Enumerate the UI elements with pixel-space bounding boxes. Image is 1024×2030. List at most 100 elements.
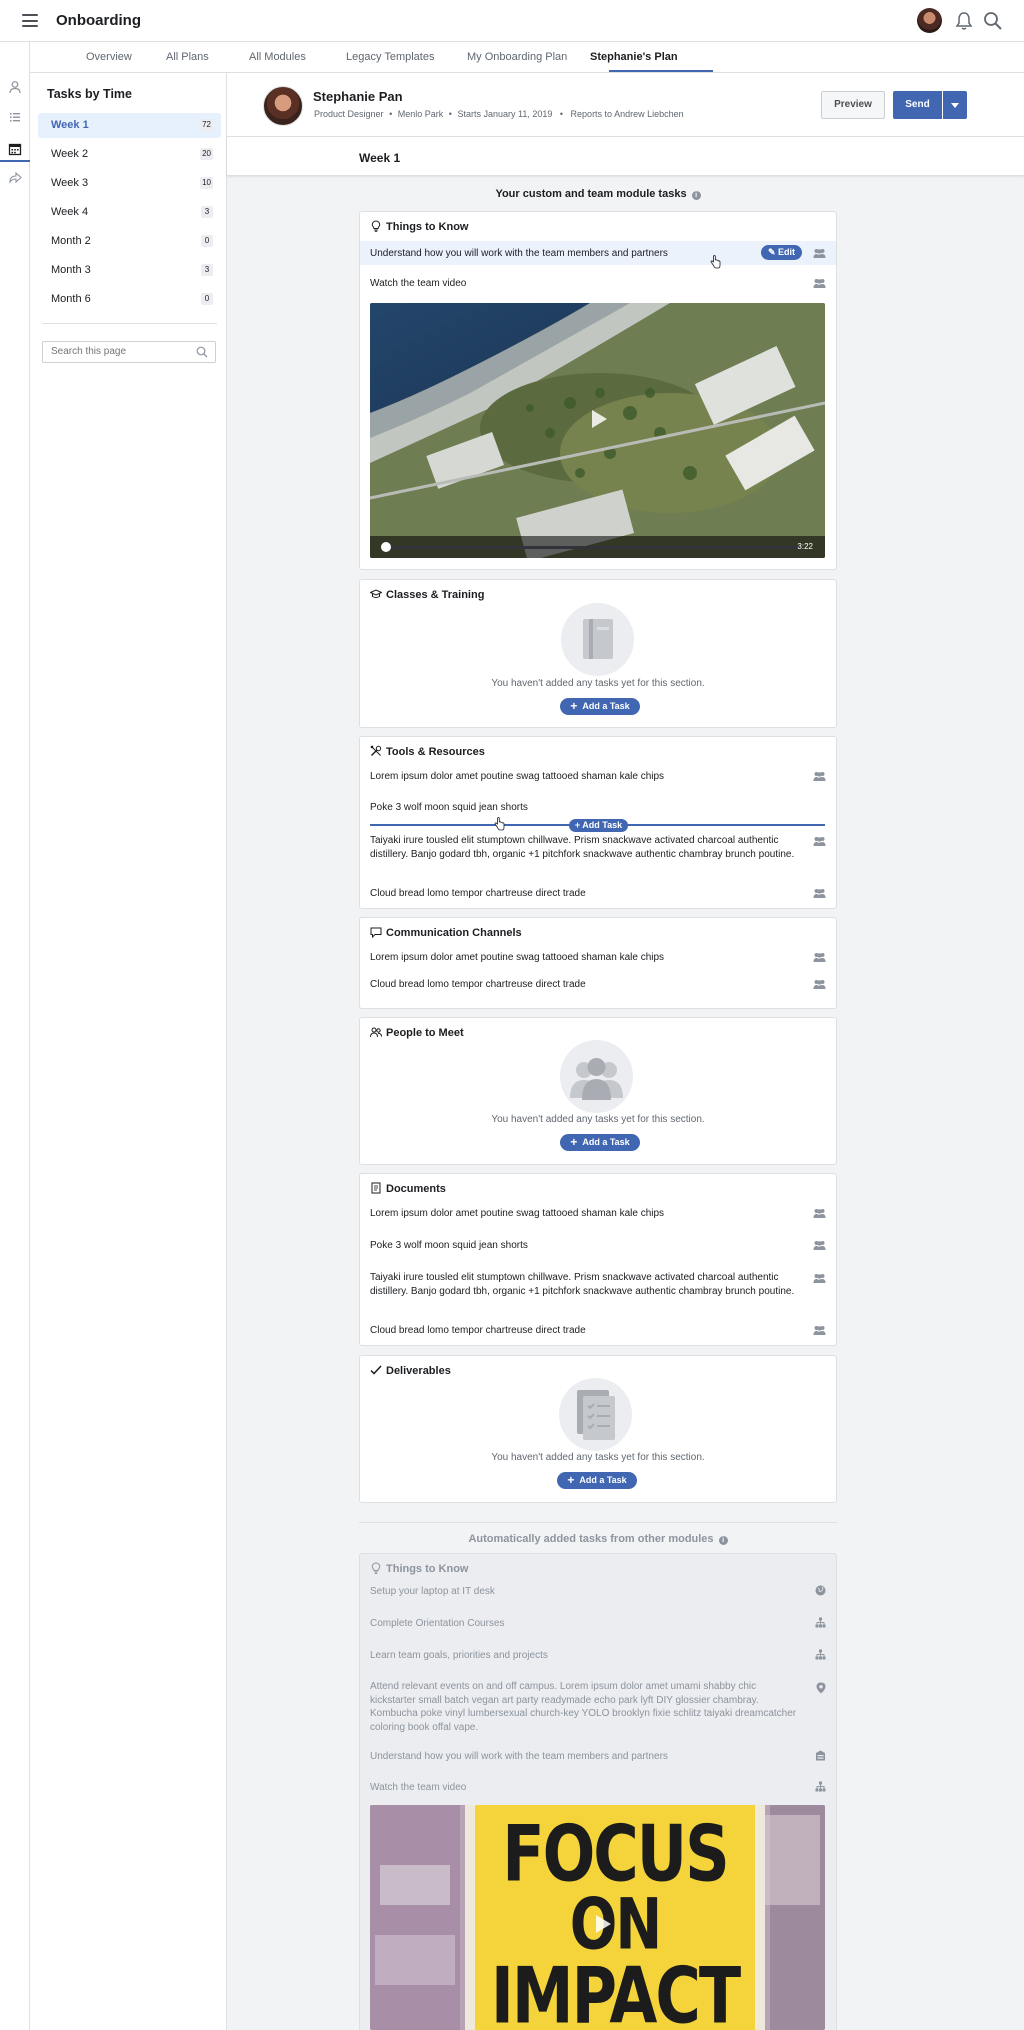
task-row[interactable]: Poke 3 wolf moon squid jean shorts xyxy=(360,1236,836,1256)
card-title: Documents xyxy=(370,1182,446,1195)
hand-cursor-icon xyxy=(494,817,505,831)
profile-header: Stephanie Pan Product Designer • Menlo P… xyxy=(227,73,1024,137)
team-icon xyxy=(813,1274,826,1283)
send-button[interactable]: Send xyxy=(893,91,942,119)
task-row[interactable]: Taiyaki irure tousled elit stumptown chi… xyxy=(360,832,836,877)
meta-separator: • xyxy=(448,109,452,119)
focus-on-impact-video[interactable]: FOCUS ON IMPACT xyxy=(370,1805,825,2030)
org-chart-icon xyxy=(815,1649,826,1660)
task-row[interactable]: Lorem ipsum dolor amet poutine swag tatt… xyxy=(360,767,836,787)
user-avatar[interactable] xyxy=(917,8,942,33)
card-things-to-know: Things to Know Understand how you will w… xyxy=(359,211,837,570)
profile-location: Menlo Park xyxy=(397,109,444,119)
task-text: Lorem ipsum dolor amet poutine swag tatt… xyxy=(370,1208,665,1219)
card-title-text: Communication Channels xyxy=(386,927,522,939)
sidebar-item-month-6[interactable]: Month 6 0 xyxy=(38,287,221,312)
task-text: Watch the team video xyxy=(370,278,467,289)
left-rail xyxy=(0,42,30,2030)
preview-button[interactable]: Preview xyxy=(821,91,885,119)
task-row[interactable]: Taiyaki irure tousled elit stumptown chi… xyxy=(360,1269,836,1314)
add-task-button[interactable]: + Add a Task xyxy=(560,698,640,715)
insert-task-button[interactable]: + Add Task xyxy=(569,819,628,832)
custom-tasks-heading: Your custom and team module tasks i xyxy=(359,188,837,200)
card-title-text: Things to Know xyxy=(386,1563,469,1575)
sidebar-item-week-3[interactable]: Week 3 10 xyxy=(38,171,221,196)
info-icon[interactable]: i xyxy=(691,191,701,200)
share-icon[interactable] xyxy=(8,170,22,184)
task-row[interactable]: Attend relevant events on and off campus… xyxy=(360,1678,836,1738)
sidebar-item-week-4[interactable]: Week 4 3 xyxy=(38,200,221,225)
sidebar-item-week-2[interactable]: Week 2 20 xyxy=(38,142,221,167)
menu-icon[interactable] xyxy=(22,14,38,27)
search-icon[interactable] xyxy=(983,11,1003,31)
card-title-text: Classes & Training xyxy=(386,589,485,601)
task-row[interactable]: Watch the team video xyxy=(360,1778,836,1798)
task-text: Taiyaki irure tousled elit stumptown chi… xyxy=(370,835,795,860)
task-row[interactable]: Cloud bread lomo tempor chartreuse direc… xyxy=(360,975,836,995)
card-title: Communication Channels xyxy=(370,926,522,939)
edit-label: Edit xyxy=(778,247,796,257)
calendar-icon[interactable] xyxy=(8,142,22,156)
active-tab-indicator xyxy=(609,70,713,72)
task-row[interactable]: Understand how you will work with the te… xyxy=(360,241,836,265)
task-row[interactable]: Learn team goals, priorities and project… xyxy=(360,1646,836,1666)
task-row[interactable]: Setup your laptop at IT desk xyxy=(360,1582,836,1602)
tab-all-modules[interactable]: All Modules xyxy=(249,51,306,63)
search-icon[interactable] xyxy=(196,346,208,358)
task-row[interactable]: Lorem ipsum dolor amet poutine swag tatt… xyxy=(360,1204,836,1224)
team-icon xyxy=(813,249,826,258)
tools-icon xyxy=(370,745,382,756)
tab-all-plans[interactable]: All Plans xyxy=(166,51,209,63)
add-task-label: Add a Task xyxy=(582,1137,630,1147)
card-auto-things-to-know: Things to Know Setup your laptop at IT d… xyxy=(359,1553,837,2030)
person-icon[interactable] xyxy=(8,80,22,94)
task-row[interactable]: Cloud bread lomo tempor chartreuse direc… xyxy=(360,884,836,904)
video-scrubber-handle[interactable] xyxy=(381,542,391,552)
task-row[interactable]: Complete Orientation Courses xyxy=(360,1614,836,1634)
tab-legacy-templates[interactable]: Legacy Templates xyxy=(346,51,434,63)
task-text: Watch the team video xyxy=(370,1782,467,1793)
checkmark-icon xyxy=(370,1365,382,1375)
send-options-dropdown[interactable] xyxy=(943,91,967,119)
task-text: Understand how you will work with the te… xyxy=(370,248,668,259)
org-chart-icon xyxy=(815,1617,826,1628)
auto-tasks-heading: Automatically added tasks from other mod… xyxy=(359,1533,837,1545)
edit-button[interactable]: ✎ Edit xyxy=(761,245,802,260)
plus-icon: + xyxy=(570,699,578,713)
task-row[interactable]: Cloud bread lomo tempor chartreuse direc… xyxy=(360,1321,836,1341)
card-title: Things to Know xyxy=(370,1562,468,1575)
list-icon[interactable] xyxy=(8,110,22,124)
empty-illustration xyxy=(560,1040,633,1113)
sidebar-item-label: Month 2 xyxy=(51,235,91,247)
tab-my-onboarding-plan[interactable]: My Onboarding Plan xyxy=(467,51,567,63)
plus-icon: + xyxy=(570,1135,578,1149)
card-title-text: Deliverables xyxy=(386,1365,451,1377)
sidebar-item-week-1[interactable]: Week 1 72 xyxy=(38,113,221,138)
page-search-input[interactable] xyxy=(51,346,191,357)
card-title-text: Tools & Resources xyxy=(386,746,485,758)
task-row[interactable]: Understand how you will work with the te… xyxy=(360,1747,836,1767)
notifications-bell-icon[interactable] xyxy=(955,11,973,31)
graduation-cap-icon xyxy=(370,589,382,598)
rail-active-indicator xyxy=(0,160,30,162)
video-progress-track[interactable] xyxy=(384,546,802,549)
task-row[interactable]: Lorem ipsum dolor amet poutine swag tatt… xyxy=(360,948,836,968)
profile-name: Stephanie Pan xyxy=(313,89,403,104)
sidebar-item-month-2[interactable]: Month 2 0 xyxy=(38,229,221,254)
task-row[interactable]: Watch the team video xyxy=(360,274,836,294)
add-task-button[interactable]: + Add a Task xyxy=(557,1472,637,1489)
play-icon[interactable] xyxy=(596,1915,611,1933)
video-duration: 3:22 xyxy=(797,542,813,551)
add-task-button[interactable]: + Add a Task xyxy=(560,1134,640,1151)
lightbulb-icon xyxy=(371,220,381,232)
sidebar-item-label: Month 6 xyxy=(51,293,91,305)
tab-overview[interactable]: Overview xyxy=(86,51,132,63)
play-icon[interactable] xyxy=(592,410,607,428)
app-title: Onboarding xyxy=(56,12,141,29)
tab-stephanies-plan[interactable]: Stephanie's Plan xyxy=(590,51,678,63)
info-icon[interactable]: i xyxy=(718,1536,728,1545)
task-row[interactable]: Poke 3 wolf moon squid jean shorts xyxy=(360,798,836,818)
team-video-player[interactable]: 3:22 xyxy=(370,303,825,558)
sidebar-item-month-3[interactable]: Month 3 3 xyxy=(38,258,221,283)
count-badge: 72 xyxy=(200,119,213,131)
